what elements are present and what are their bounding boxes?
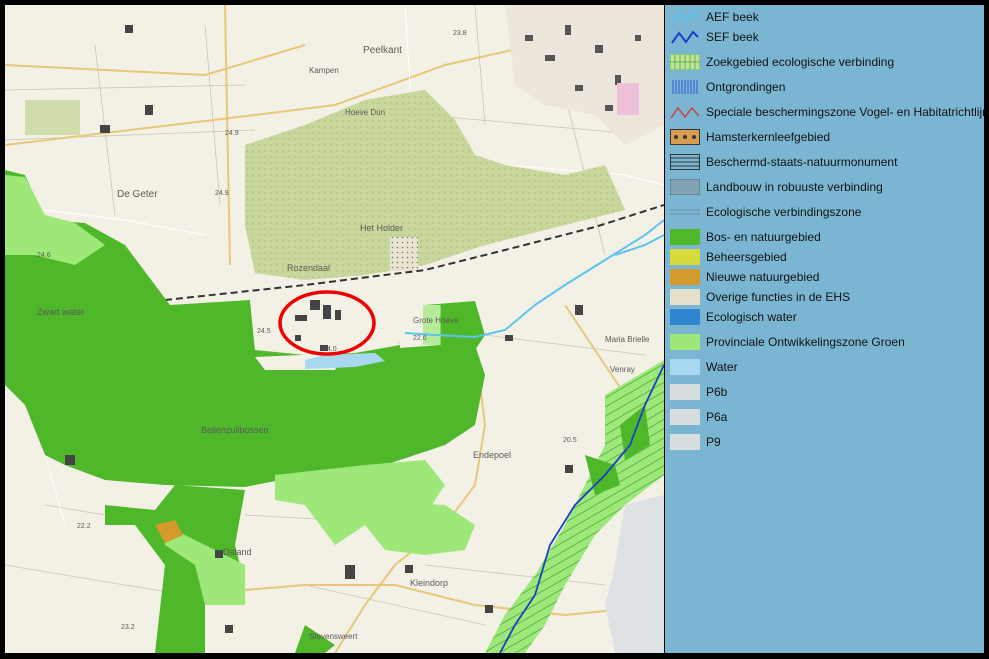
elevation-label: 24.5 bbox=[257, 328, 271, 335]
legend-swatch-ontgrondingen bbox=[670, 79, 700, 95]
elevation-label: 23.2 bbox=[121, 624, 135, 631]
pink-block bbox=[617, 83, 639, 115]
legend-swatch-water bbox=[670, 359, 700, 375]
legend-item-nieuwe: Nieuwe natuurgebied bbox=[670, 267, 819, 287]
elevation-label: 24.0 bbox=[323, 346, 337, 353]
legend-label: SEF beek bbox=[706, 30, 759, 44]
legend-label: Provinciale Ontwikkelingszone Groen bbox=[706, 335, 905, 349]
legend-item-speciale: Speciale beschermingszone Vogel- en Habi… bbox=[670, 102, 989, 122]
legend-label: Beheersgebied bbox=[706, 250, 787, 264]
elevation-label: 20.5 bbox=[563, 437, 577, 444]
legend-item-zoekgebied: Zoekgebied ecologische verbinding bbox=[669, 52, 895, 72]
place-label-maria-brielle: Maria Brielle bbox=[605, 335, 650, 344]
legend-item-overige: Overige functies in de EHS bbox=[670, 287, 850, 307]
legend-swatch-nieuwe bbox=[670, 269, 700, 285]
legend-swatch-hamster bbox=[670, 129, 700, 145]
legend-item-pog: Provinciale Ontwikkelingszone Groen bbox=[670, 332, 905, 352]
legend-swatch-beheer bbox=[670, 249, 700, 265]
legend-label: AEF beek bbox=[706, 10, 759, 24]
legend-item-sef-beek: SEF beek bbox=[670, 27, 759, 47]
legend-item-beheer: Beheersgebied bbox=[670, 247, 787, 267]
place-label-kleindorp: Kleindorp bbox=[410, 578, 448, 588]
legend-label: Beschermd-staats-natuurmonument bbox=[706, 155, 898, 169]
legend-swatch-p6a bbox=[670, 409, 700, 425]
legend-item-ecoverbind: Ecologische verbindingszone bbox=[670, 202, 861, 222]
legend-swatch-aef-beek bbox=[670, 9, 700, 25]
legend-item-water: Water bbox=[670, 357, 738, 377]
place-label-stevensweert: Stevensweert bbox=[309, 632, 358, 641]
legend-item-hamster: Hamsterkernleefgebied bbox=[670, 127, 830, 147]
map-legend: AEF beek SEF beek Zoekgebied ecologische v… bbox=[665, 5, 989, 653]
place-label-het-holder: Het Holder bbox=[360, 223, 403, 233]
map-canvas[interactable]: Peelkant De Geter Hoeve Dun Het Holder Rozen… bbox=[5, 5, 664, 653]
legend-item-p9: P9 bbox=[670, 432, 721, 452]
legend-label: Bos- en natuurgebied bbox=[706, 230, 821, 244]
legend-item-ecowater: Ecologisch water bbox=[670, 307, 797, 327]
legend-swatch-pog bbox=[670, 334, 700, 350]
legend-label: Ecologisch water bbox=[706, 310, 797, 324]
elevation-label: 22.2 bbox=[77, 523, 91, 530]
legend-label: P9 bbox=[706, 435, 721, 449]
legend-item-bos: Bos- en natuurgebied bbox=[670, 227, 821, 247]
map-view[interactable]: Peelkant De Geter Hoeve Dun Het Holder Rozen… bbox=[5, 5, 664, 653]
place-label-elsendonk: Endepoel bbox=[473, 450, 511, 460]
elevation-label: 24.9 bbox=[215, 190, 229, 197]
legend-label: Ontgrondingen bbox=[706, 80, 786, 94]
legend-item-p6a: P6a bbox=[670, 407, 727, 427]
legend-swatch-ecowater bbox=[670, 309, 700, 325]
legend-label: Ecologische verbindingszone bbox=[706, 205, 862, 219]
place-label-de-geter: De Geter bbox=[117, 189, 158, 200]
legend-label: Nieuwe natuurgebied bbox=[706, 270, 820, 284]
legend-label: Hamsterkernleefgebied bbox=[706, 130, 831, 144]
legend-swatch-landbouw bbox=[669, 178, 701, 196]
clearing bbox=[390, 237, 418, 271]
legend-swatch-beschermd bbox=[670, 154, 700, 170]
legend-label: P6b bbox=[706, 385, 728, 399]
legend-swatch-bos bbox=[670, 229, 700, 245]
place-label-kampen: Kampen bbox=[309, 66, 339, 75]
legend-label: Water bbox=[706, 360, 738, 374]
place-label-venray: Venray bbox=[610, 365, 635, 374]
elevation-label: 22.6 bbox=[413, 335, 427, 342]
elevation-label: 24.9 bbox=[225, 130, 239, 137]
legend-swatch-p6b bbox=[670, 384, 700, 400]
place-label-zwart-water: Zwart water bbox=[37, 307, 84, 317]
legend-item-beschermd: Beschermd-staats-natuurmonument bbox=[670, 152, 897, 172]
legend-item-landbouw: Landbouw in robuuste verbinding bbox=[669, 177, 883, 197]
place-label-grote-hoeve: Grote Hoeve bbox=[413, 316, 459, 325]
legend-item-aef-beek: AEF beek bbox=[670, 7, 759, 27]
legend-label: Landbouw in robuuste verbinding bbox=[706, 180, 883, 194]
place-label-rozendaal: Rozendaal bbox=[287, 263, 330, 273]
legend-swatch-zoekgebied bbox=[669, 53, 701, 71]
place-label-landgoed: Bellenzuilbossen bbox=[201, 425, 269, 435]
place-label-daland: Daland bbox=[223, 547, 252, 557]
field-green-patch bbox=[25, 100, 80, 135]
elevation-label: 23.8 bbox=[453, 30, 467, 37]
legend-item-ontgrondingen: Ontgrondingen bbox=[670, 77, 785, 97]
place-label-bosje: Hoeve Dun bbox=[345, 108, 385, 117]
legend-label: Overige functies in de EHS bbox=[706, 290, 851, 304]
legend-swatch-ecoverbind bbox=[670, 204, 700, 220]
legend-swatch-overige bbox=[670, 289, 700, 305]
legend-item-p6b: P6b bbox=[670, 382, 727, 402]
legend-swatch-speciale bbox=[670, 104, 700, 120]
legend-label: Speciale beschermingszone Vogel- en Habi… bbox=[706, 105, 989, 119]
place-label-peelkant: Peelkant bbox=[363, 45, 402, 56]
legend-label: Zoekgebied ecologische verbinding bbox=[706, 55, 895, 69]
elevation-label: 24.6 bbox=[37, 252, 51, 259]
legend-swatch-sef-beek bbox=[670, 29, 700, 45]
legend-label: P6a bbox=[706, 410, 728, 424]
legend-swatch-p9 bbox=[670, 434, 700, 450]
